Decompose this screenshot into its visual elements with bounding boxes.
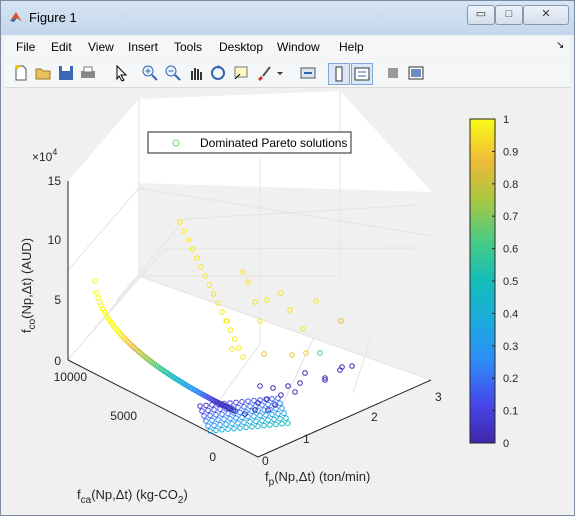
pan-icon[interactable] — [186, 63, 206, 83]
window-title: Figure 1 — [29, 10, 77, 25]
menu-bar: File Edit View Insert Tools Desktop Wind… — [5, 36, 570, 58]
colorbar-tick-label: 0.8 — [503, 179, 518, 191]
data-cursor-icon[interactable] — [231, 63, 251, 83]
menu-edit[interactable]: Edit — [51, 40, 72, 54]
title-bar: Figure 1 ▭ □ ✕ — [1, 1, 574, 35]
colorbar-ticks: 0 0.1 0.2 0.3 0.4 0.5 0.6 0.7 0.8 0.9 1 — [492, 114, 518, 450]
colorbar-toggle-icon[interactable] — [328, 63, 350, 85]
menu-desktop[interactable]: Desktop — [219, 40, 263, 54]
zoom-out-icon[interactable] — [163, 63, 183, 83]
scatter-point — [194, 255, 200, 261]
x-tick-label: 0 — [262, 454, 269, 468]
undock-arrow-icon[interactable]: ↘ — [556, 40, 564, 51]
brush-dropdown-icon[interactable] — [275, 63, 285, 83]
y-axis-label: fca(Np,Δt) (kg-CO2) — [77, 487, 188, 506]
new-figure-icon[interactable] — [11, 63, 31, 83]
colorbar-tick-label: 0.3 — [503, 341, 518, 353]
scatter-point — [252, 299, 258, 305]
z-exponent-label: ×104 — [32, 147, 57, 164]
scatter-point — [287, 307, 293, 313]
colorbar-tick-label: 0.4 — [503, 308, 518, 320]
colorbar-tick-label: 0.7 — [503, 211, 518, 223]
hide-plot-tools-icon[interactable] — [383, 63, 403, 83]
z-axis-label: fco(Np,Δt) (AUD) — [19, 238, 38, 333]
select-arrow-icon[interactable] — [111, 63, 131, 83]
rotate-3d-icon[interactable] — [208, 63, 228, 83]
scatter-point — [278, 290, 284, 296]
x-tick-label: 2 — [371, 410, 378, 424]
figure-svg: 15 10 5 0 ×104 10000 5000 0 0 1 2 3 fco(… — [19, 91, 518, 506]
z-tick-label: 15 — [48, 174, 62, 188]
print-icon[interactable] — [78, 63, 98, 83]
show-plot-tools-icon[interactable] — [406, 63, 426, 83]
menu-file[interactable]: File — [16, 40, 35, 54]
colorbar-tick-label: 0.5 — [503, 276, 518, 288]
minimize-icon: ▭ — [475, 8, 487, 20]
colorbar-tick-label: 0.6 — [503, 244, 518, 256]
maximize-button[interactable]: □ — [495, 5, 523, 25]
z-tick-label: 0 — [54, 354, 61, 368]
link-plot-icon[interactable] — [298, 63, 318, 83]
colorbar-tick-label: 0 — [503, 438, 509, 450]
z-ticks: 15 10 5 0 — [48, 174, 62, 368]
legend-toggle-icon[interactable] — [351, 63, 373, 85]
scatter-point — [185, 237, 192, 243]
scatter-point — [313, 298, 319, 304]
colorbar-tick-label: 0.2 — [503, 373, 518, 385]
figure-canvas: 15 10 5 0 ×104 10000 5000 0 0 1 2 3 fco(… — [5, 88, 570, 511]
scatter-point — [338, 318, 344, 324]
scatter-point — [181, 228, 187, 234]
menu-window[interactable]: Window — [277, 40, 320, 54]
scatter-point — [198, 264, 204, 270]
menu-tools[interactable]: Tools — [174, 40, 202, 54]
scatter-point — [245, 279, 251, 285]
toolbar — [5, 59, 570, 88]
z-tick-label: 5 — [54, 293, 61, 307]
x-axis-label: fp(Np,Δt) (ton/min) — [265, 469, 370, 488]
menu-help[interactable]: Help — [339, 40, 364, 54]
maximize-icon: □ — [505, 8, 513, 20]
x-tick-label: 3 — [435, 390, 442, 404]
close-button[interactable]: ✕ — [523, 5, 569, 25]
floor-pane — [68, 276, 431, 457]
legend[interactable]: Dominated Pareto solutions — [147, 131, 352, 154]
save-icon[interactable] — [56, 63, 76, 83]
scatter-point — [177, 219, 183, 225]
colorbar-tick-label: 1 — [503, 114, 509, 126]
scatter-point — [300, 326, 306, 332]
close-icon: ✕ — [541, 8, 551, 20]
scatter-point — [206, 282, 213, 288]
open-file-icon[interactable] — [33, 63, 53, 83]
legend-label: Dominated Pareto solutions — [200, 136, 347, 150]
minimize-button[interactable]: ▭ — [467, 5, 495, 25]
menu-insert[interactable]: Insert — [128, 40, 158, 54]
x-tick-label: 1 — [303, 432, 310, 446]
z-tick-label: 10 — [48, 233, 62, 247]
scatter-point — [210, 291, 217, 297]
colorbar-tick-label: 0.9 — [503, 146, 518, 158]
brush-icon[interactable] — [254, 63, 274, 83]
y-tick-label: 10000 — [54, 370, 88, 384]
scatter-point — [264, 297, 270, 303]
colorbar-tick-label: 0.1 — [503, 406, 518, 418]
menu-view[interactable]: View — [88, 40, 114, 54]
y-tick-label: 5000 — [110, 409, 137, 423]
y-tick-label: 0 — [209, 450, 216, 464]
colorbar[interactable] — [469, 118, 496, 444]
zoom-in-icon[interactable] — [140, 63, 160, 83]
matlab-icon — [10, 12, 22, 22]
figure-window: Figure 1 ▭ □ ✕ File Edit View Insert Too… — [0, 0, 575, 516]
scatter-point — [240, 269, 246, 275]
